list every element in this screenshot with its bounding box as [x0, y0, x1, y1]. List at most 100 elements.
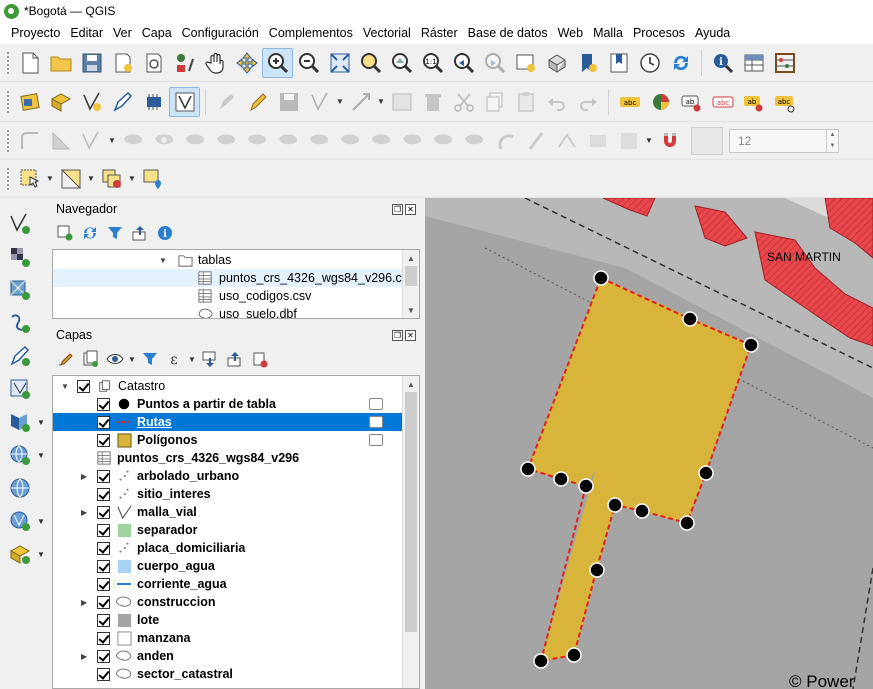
spin-down-icon[interactable]: ▼ [830, 143, 836, 149]
layer-row[interactable]: cuerpo_agua [53, 557, 404, 575]
add-part-button[interactable] [148, 126, 179, 156]
layers-scrollbar[interactable]: ▲ [402, 376, 419, 688]
layer-visibility-checkbox[interactable] [97, 631, 110, 645]
menu-editar[interactable]: Editar [65, 26, 108, 40]
undo-button[interactable] [541, 87, 572, 117]
expression-filter-dropdown[interactable]: ▼ [187, 347, 197, 371]
layer-row[interactable]: separador [53, 521, 404, 539]
layer-row[interactable]: ▶ anden [53, 647, 404, 665]
select-expression-dropdown[interactable]: ▼ [86, 164, 96, 194]
add-vector-tile-button[interactable] [6, 507, 34, 535]
deselect-features-button[interactable] [96, 164, 127, 194]
new-project-button[interactable] [14, 48, 45, 78]
layout-manager-button[interactable] [138, 48, 169, 78]
toggle-editing-button[interactable] [169, 86, 200, 117]
identify-features-button[interactable]: i [707, 48, 738, 78]
trim-extend-button[interactable] [551, 126, 582, 156]
delete-ring-button[interactable] [210, 126, 241, 156]
layer-row[interactable]: ▶ arbolado_urbano [53, 467, 404, 485]
show-bookmarks-button[interactable] [603, 48, 634, 78]
add-delimited-text-button[interactable] [6, 210, 34, 238]
snapping-layers-box[interactable] [691, 126, 723, 155]
new-3d-map-button[interactable] [541, 48, 572, 78]
add-layer-dropdown-icon[interactable]: ▼ [37, 550, 45, 559]
spin-up-icon[interactable]: ▲ [830, 132, 836, 138]
layers-close-icon[interactable]: ✕ [405, 330, 416, 341]
save-project-button[interactable] [76, 48, 107, 78]
pin-labels-button[interactable]: abc [707, 87, 738, 117]
reverse-line-button[interactable] [334, 126, 365, 156]
redo-button[interactable] [572, 87, 603, 117]
shape-dropdown[interactable]: ▼ [644, 126, 654, 156]
layer-visibility-checkbox[interactable] [97, 523, 110, 537]
digitize-pen-button[interactable] [107, 87, 138, 117]
new-bookmark-button[interactable] [572, 48, 603, 78]
merge-attributes-button[interactable] [458, 126, 489, 156]
layer-labeling-button[interactable]: abc [614, 87, 645, 117]
layer-visibility-checkbox[interactable] [97, 469, 110, 483]
browser-float-icon[interactable]: ❐ [392, 204, 403, 215]
toolbar-grip[interactable] [6, 128, 10, 153]
highlight-pinned-labels-button[interactable]: ab [676, 87, 707, 117]
rotate-point-symbols-button[interactable] [489, 126, 520, 156]
merge-features-button[interactable] [427, 126, 458, 156]
refresh-button[interactable] [665, 48, 696, 78]
virtual-layer-button[interactable] [138, 87, 169, 117]
add-feature-button[interactable] [304, 87, 335, 117]
browser-collapse-button[interactable] [127, 221, 152, 245]
layer-visibility-checkbox[interactable] [97, 613, 110, 627]
open-attribute-table-button[interactable] [738, 48, 769, 78]
layer-visibility-checkbox[interactable] [97, 577, 110, 591]
add-raster-button[interactable] [6, 243, 34, 271]
vertex-tool-button[interactable] [345, 87, 376, 117]
select-features-button[interactable] [14, 164, 45, 194]
shape-button[interactable] [613, 126, 644, 156]
layer-row[interactable]: manzana [53, 629, 404, 647]
add-layer-button[interactable] [6, 540, 34, 568]
delete-part-button[interactable] [241, 126, 272, 156]
menu-raster[interactable]: Ráster [416, 26, 463, 40]
menu-web[interactable]: Web [553, 26, 588, 40]
fill-ring-button[interactable] [179, 126, 210, 156]
layer-row[interactable]: corriente_agua [53, 575, 404, 593]
new-virtual-layer-button[interactable] [6, 375, 34, 403]
deselect-dropdown[interactable]: ▼ [127, 164, 137, 194]
reshape-features-button[interactable] [272, 126, 303, 156]
menu-ver[interactable]: Ver [108, 26, 137, 40]
map-themes-dropdown[interactable]: ▼ [127, 347, 137, 371]
scale-feature-button[interactable] [45, 126, 76, 156]
browser-item-dbf[interactable]: uso_suelo.dbf [53, 305, 404, 318]
simplify-dropdown[interactable]: ▼ [107, 126, 117, 156]
delete-selected-button[interactable] [417, 87, 448, 117]
menu-ayuda[interactable]: Ayuda [690, 26, 735, 40]
menu-configuracion[interactable]: Configuración [177, 26, 264, 40]
add-ring-button[interactable] [117, 126, 148, 156]
save-edits-button[interactable] [273, 87, 304, 117]
expand-arrow-icon[interactable]: ▶ [81, 508, 87, 517]
toolbar-grip[interactable] [6, 166, 10, 191]
zoom-native-button[interactable]: 1:1 [417, 48, 448, 78]
add-gpx-button[interactable] [6, 309, 34, 337]
layer-row[interactable]: lote [53, 611, 404, 629]
new-shapefile-button[interactable] [6, 342, 34, 370]
transform-button[interactable] [582, 126, 613, 156]
browser-item-folder[interactable]: ▼ tablas [53, 251, 404, 269]
snapping-tolerance-spinbox[interactable]: 12 ▲ ▼ [729, 128, 839, 153]
layer-visibility-checkbox[interactable] [97, 649, 110, 663]
browser-scrollbar[interactable]: ▲ ▼ [402, 250, 419, 318]
open-project-button[interactable] [45, 48, 76, 78]
add-mesh-button[interactable] [6, 276, 34, 304]
zoom-last-button[interactable] [448, 48, 479, 78]
layer-row[interactable]: ▶ malla_vial [53, 503, 404, 521]
zoom-to-layer-button[interactable] [386, 48, 417, 78]
expand-arrow-icon[interactable]: ▶ [81, 652, 87, 661]
add-arcgis-button[interactable] [6, 474, 34, 502]
snapping-button[interactable] [654, 126, 685, 156]
layer-row[interactable]: Rutas [53, 413, 404, 431]
layer-group-row[interactable]: ▼ Catastro [53, 377, 404, 395]
filter-by-expression-button[interactable]: ε [162, 347, 187, 371]
vector-tile-dropdown-icon[interactable]: ▼ [37, 517, 45, 526]
edit-pencil-button[interactable] [242, 87, 273, 117]
style-manager-button[interactable] [169, 48, 200, 78]
layer-visibility-checkbox[interactable] [97, 415, 110, 429]
